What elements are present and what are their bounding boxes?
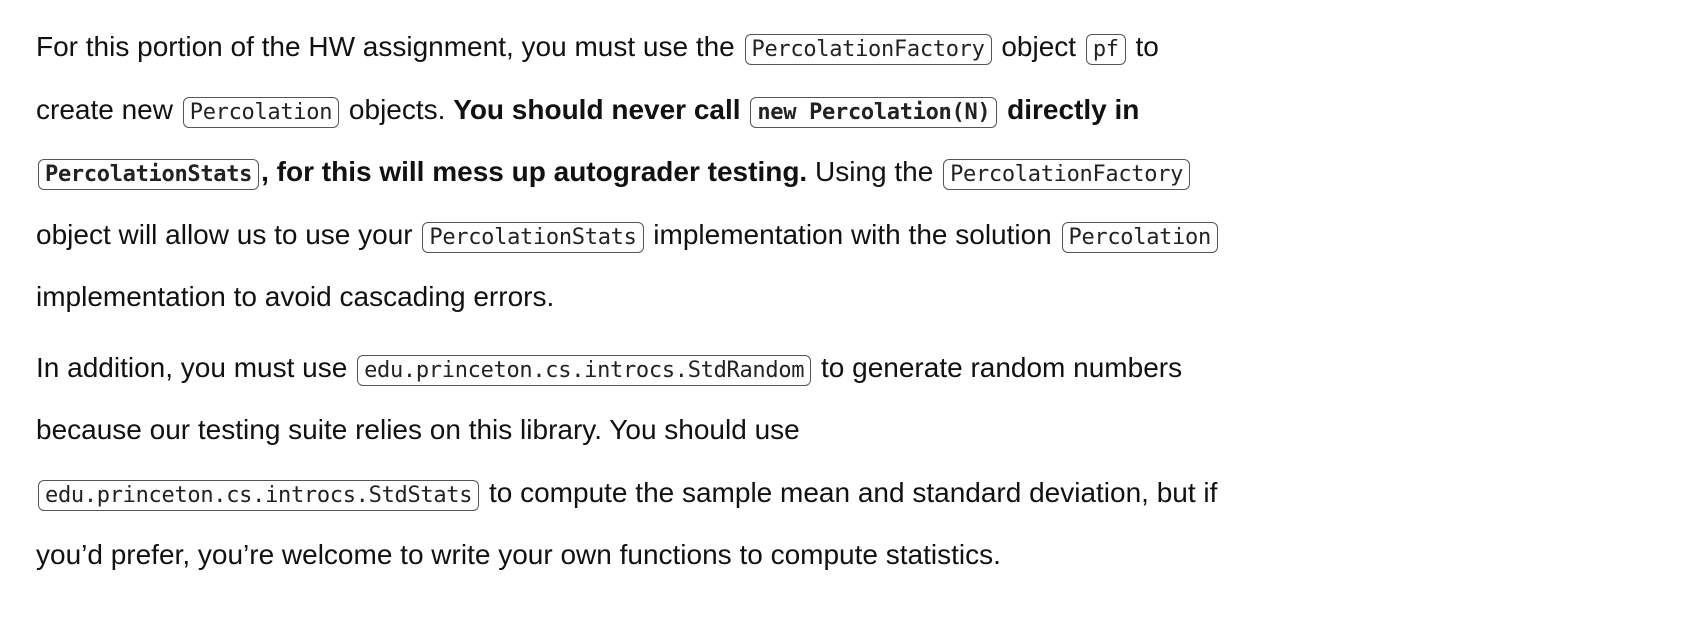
text-line: object will allow us to use your Percola… [36,204,1220,267]
text-line: implementation to avoid cascading errors… [36,266,1220,329]
text-segment: In addition, you must use [36,351,356,383]
inline-code: PercolationFactory [943,159,1191,190]
bold-text: directly in [999,93,1140,125]
inline-code: new Percolation(N) [750,96,998,128]
bold-text: , for this will mess up autograder testi… [261,156,808,187]
text-segment: to compute the sample mean and standard … [481,476,1218,508]
text-line: PercolationStats, for this will mess up … [36,141,1220,204]
inline-code: pf [1085,34,1126,65]
text-segment: create new [36,93,181,125]
inline-code: PercolationStats [38,159,260,190]
inline-code: Percolation [1061,221,1218,253]
inline-code: PercolationStats [422,221,644,253]
text-segment: because our testing suite relies on this… [36,414,800,445]
text-line: because our testing suite relies on this… [36,399,1220,462]
inline-code: PercolationFactory [744,34,992,65]
inline-code: Percolation [182,96,340,128]
text-segment: object [993,31,1084,62]
text-line: In addition, you must use edu.princeton.… [36,337,1220,400]
bold-text: You should never call [453,93,749,125]
text-segment: to [1127,31,1159,62]
text-segment: implementation with the solution [645,218,1060,250]
text-segment: you’d prefer, you’re welcome to write yo… [36,539,1001,570]
text-line: edu.princeton.cs.introcs.StdStats to com… [36,462,1220,525]
text-line: you’d prefer, you’re welcome to write yo… [36,524,1220,587]
inline-code: edu.princeton.cs.introcs.StdRandom [357,354,812,386]
document-body: For this portion of the HW assignment, y… [36,16,1220,595]
inline-code: edu.princeton.cs.introcs.StdStats [38,479,480,511]
text-line: For this portion of the HW assignment, y… [36,16,1220,79]
text-segment: For this portion of the HW assignment, y… [36,31,743,62]
text-segment: Using the [807,156,942,187]
text-segment: implementation to avoid cascading errors… [36,281,555,312]
paragraph: For this portion of the HW assignment, y… [36,16,1220,329]
text-segment: objects. [341,93,454,125]
paragraph: In addition, you must use edu.princeton.… [36,337,1220,587]
text-segment: to generate random numbers [813,351,1183,383]
text-segment: object will allow us to use your [36,218,421,250]
text-line: create new Percolation objects. You shou… [36,79,1220,142]
